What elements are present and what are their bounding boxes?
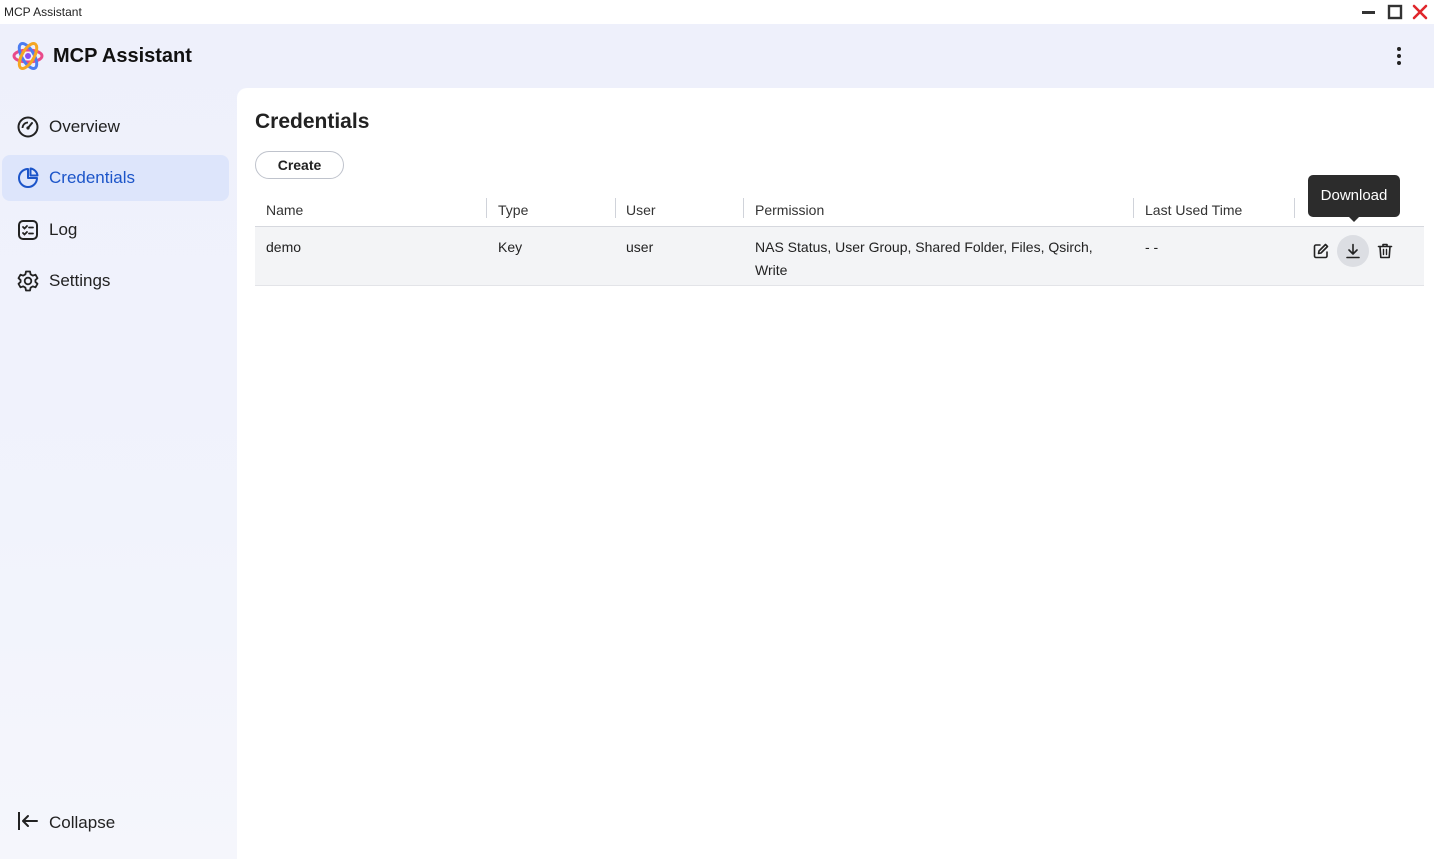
page-title: Credentials bbox=[255, 110, 370, 133]
download-tooltip: Download bbox=[1308, 175, 1400, 222]
minimize-icon[interactable] bbox=[1360, 3, 1378, 21]
gauge-icon bbox=[17, 116, 39, 138]
edit-icon bbox=[1313, 243, 1329, 259]
more-options-icon[interactable] bbox=[1386, 42, 1412, 70]
cell-permission: NAS Status, User Group, Shared Folder, F… bbox=[755, 236, 1093, 282]
sidebar-item-log[interactable]: Log bbox=[2, 207, 229, 253]
column-resizer[interactable] bbox=[1133, 198, 1134, 218]
cell-name: demo bbox=[266, 239, 302, 255]
sidebar-item-label: Overview bbox=[49, 117, 120, 136]
log-icon bbox=[18, 220, 38, 240]
cell-last-used: - - bbox=[1145, 239, 1159, 255]
delete-button[interactable] bbox=[1369, 235, 1401, 267]
table-row[interactable]: demo Key user NAS Status, User Group, Sh… bbox=[255, 227, 1424, 286]
close-icon[interactable] bbox=[1411, 3, 1429, 21]
tooltip-text: Download bbox=[1320, 187, 1388, 204]
sidebar-item-settings[interactable]: Settings bbox=[2, 258, 229, 304]
download-icon bbox=[1346, 243, 1360, 259]
permission-line: NAS Status, User Group, Shared Folder, F… bbox=[755, 239, 1093, 255]
column-header-permission[interactable]: Permission bbox=[755, 202, 824, 218]
column-resizer[interactable] bbox=[615, 198, 616, 218]
sidebar-item-overview[interactable]: Overview bbox=[2, 104, 229, 150]
column-header-name[interactable]: Name bbox=[266, 202, 303, 218]
cell-user: user bbox=[626, 239, 654, 255]
app-title: MCP Assistant bbox=[53, 45, 192, 67]
maximize-icon[interactable] bbox=[1386, 3, 1404, 21]
collapse-arrow-icon bbox=[18, 812, 38, 830]
credentials-pie-icon bbox=[18, 167, 39, 188]
column-resizer[interactable] bbox=[486, 198, 487, 218]
edit-button[interactable] bbox=[1305, 235, 1337, 267]
table-header: Name Type User Permission Last Used Time bbox=[255, 196, 1424, 227]
sidebar-item-label: Credentials bbox=[49, 168, 135, 187]
column-header-user[interactable]: User bbox=[626, 202, 656, 218]
collapse-button[interactable]: Collapse bbox=[2, 798, 229, 844]
column-header-last-used[interactable]: Last Used Time bbox=[1145, 202, 1242, 218]
app-header: MCP Assistant bbox=[0, 24, 1434, 88]
gear-icon bbox=[17, 270, 39, 292]
trash-icon bbox=[1377, 243, 1393, 259]
main-panel: Credentials Create Name Type User Permis… bbox=[237, 88, 1434, 859]
download-button[interactable] bbox=[1337, 235, 1369, 267]
sidebar-item-label: Log bbox=[49, 220, 78, 239]
window-title: MCP Assistant bbox=[4, 5, 82, 19]
sidebar-item-credentials[interactable]: Credentials bbox=[2, 155, 229, 201]
permission-line: Write bbox=[755, 262, 788, 278]
tooltip-arrow bbox=[1348, 216, 1360, 222]
window-titlebar: MCP Assistant bbox=[0, 0, 1434, 24]
column-resizer[interactable] bbox=[1294, 198, 1295, 218]
column-header-type[interactable]: Type bbox=[498, 202, 528, 218]
create-button[interactable]: Create bbox=[255, 151, 344, 179]
sidebar-item-label: Settings bbox=[49, 271, 111, 290]
column-resizer[interactable] bbox=[743, 198, 744, 218]
cell-type: Key bbox=[498, 239, 523, 255]
app-logo-icon bbox=[12, 42, 44, 70]
collapse-label: Collapse bbox=[49, 813, 116, 832]
